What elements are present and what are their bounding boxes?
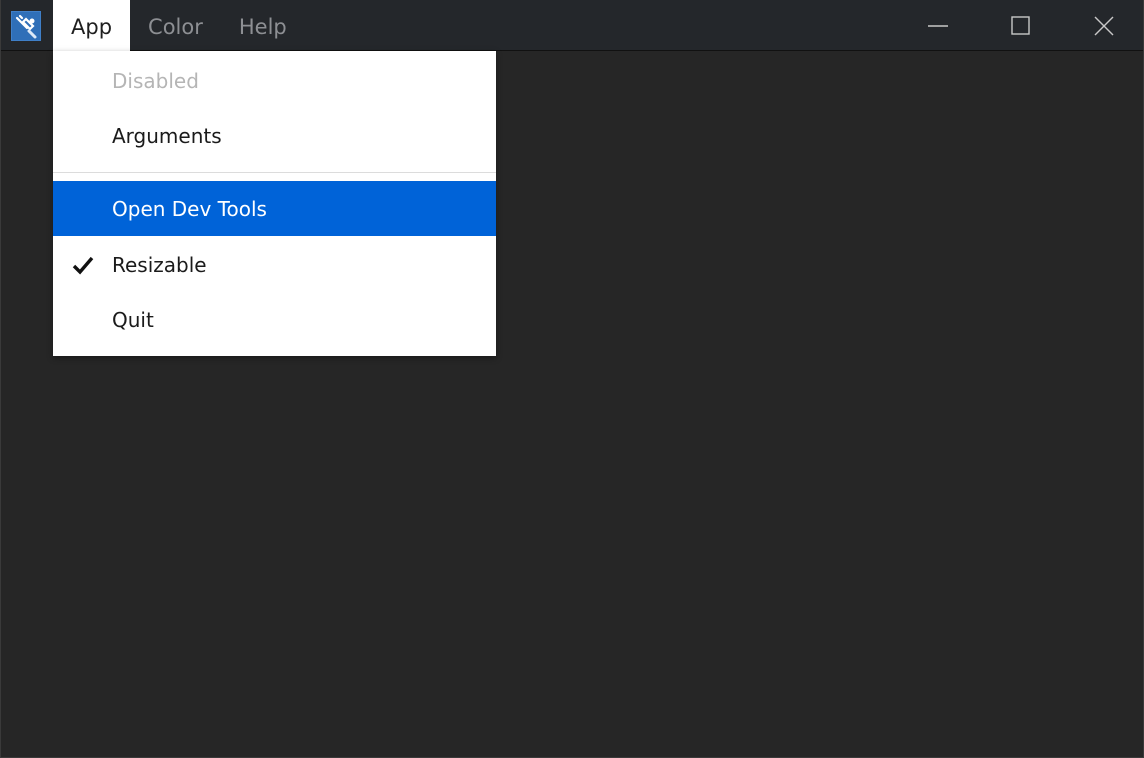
menu-separator — [53, 172, 496, 173]
menu-app[interactable]: App — [53, 0, 131, 51]
close-button[interactable] — [1062, 0, 1143, 51]
app-menu-dropdown: Disabled Arguments Open Dev Tools Resiza… — [53, 51, 496, 356]
app-window: App Color Help Disabled Arguments Open D… — [0, 0, 1144, 758]
checkmark-icon — [72, 256, 94, 275]
title-bar: App Color Help — [1, 0, 1143, 51]
close-icon — [1094, 16, 1113, 35]
minimize-button[interactable] — [896, 0, 979, 51]
maximize-button[interactable] — [979, 0, 1062, 51]
window-controls — [896, 0, 1143, 51]
menu-item-resizable-label: Resizable — [112, 253, 207, 277]
menu-item-open-dev-tools[interactable]: Open Dev Tools — [53, 181, 496, 236]
minimize-icon — [927, 24, 948, 27]
app-icon[interactable] — [11, 11, 41, 41]
menu-bar: App Color Help — [53, 0, 305, 51]
menu-help[interactable]: Help — [221, 0, 305, 51]
maximize-icon — [1010, 15, 1030, 35]
menu-color[interactable]: Color — [130, 0, 221, 51]
menu-item-resizable[interactable]: Resizable — [53, 237, 496, 292]
menu-item-quit[interactable]: Quit — [53, 292, 496, 347]
menu-item-arguments[interactable]: Arguments — [53, 108, 496, 163]
menu-item-disabled: Disabled — [112, 69, 199, 93]
